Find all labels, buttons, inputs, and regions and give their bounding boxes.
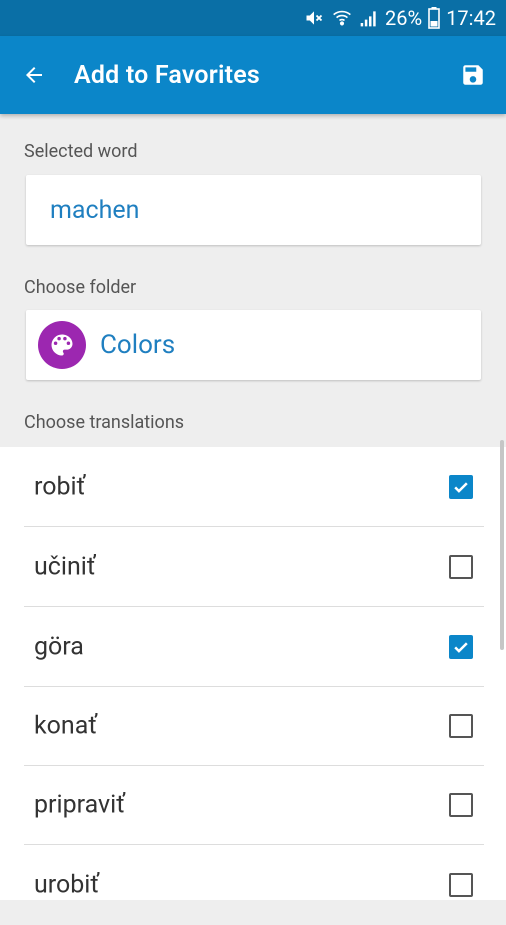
choose-folder-label: Choose folder — [24, 277, 137, 298]
palette-icon — [38, 321, 86, 369]
translation-row[interactable]: robiť — [0, 447, 506, 527]
translation-row[interactable]: urobiť — [0, 845, 506, 925]
translation-text: konať — [34, 711, 98, 741]
checkbox[interactable] — [449, 714, 473, 738]
translation-text: pripraviť — [34, 790, 125, 820]
mute-icon — [303, 8, 325, 28]
selected-word-label: Selected word — [24, 141, 138, 162]
selected-word-card: machen — [26, 175, 481, 245]
choose-translations-label: Choose translations — [24, 412, 185, 433]
back-arrow-icon[interactable] — [22, 63, 46, 87]
page-title: Add to Favorites — [74, 60, 260, 90]
checkbox[interactable] — [449, 475, 473, 499]
save-icon[interactable] — [460, 62, 486, 88]
translation-text: robiť — [34, 472, 86, 502]
checkbox[interactable] — [449, 555, 473, 579]
selected-word-value: machen — [50, 195, 140, 225]
status-bar: 26% 17:42 — [0, 0, 506, 36]
translations-list: robiť učiniť göra konať pripraviť urobiť — [0, 447, 506, 900]
clock-time: 17:42 — [446, 6, 496, 30]
wifi-icon — [331, 8, 353, 28]
translation-row[interactable]: konať — [0, 686, 506, 766]
translation-text: učiniť — [34, 552, 96, 582]
translation-row[interactable]: učiniť — [0, 527, 506, 607]
folder-name: Colors — [100, 330, 176, 360]
checkbox[interactable] — [449, 635, 473, 659]
battery-percent: 26% — [385, 6, 423, 30]
translation-text: urobiť — [34, 870, 100, 900]
scrollbar-thumb[interactable] — [500, 440, 504, 650]
checkbox[interactable] — [449, 793, 473, 817]
signal-icon — [359, 8, 379, 28]
translation-row[interactable]: pripraviť — [0, 765, 506, 845]
battery-icon — [428, 7, 440, 29]
app-bar: Add to Favorites — [0, 36, 506, 114]
translation-row[interactable]: göra — [0, 607, 506, 687]
checkbox[interactable] — [449, 873, 473, 897]
folder-selector[interactable]: Colors — [26, 310, 481, 380]
translation-text: göra — [34, 632, 84, 662]
